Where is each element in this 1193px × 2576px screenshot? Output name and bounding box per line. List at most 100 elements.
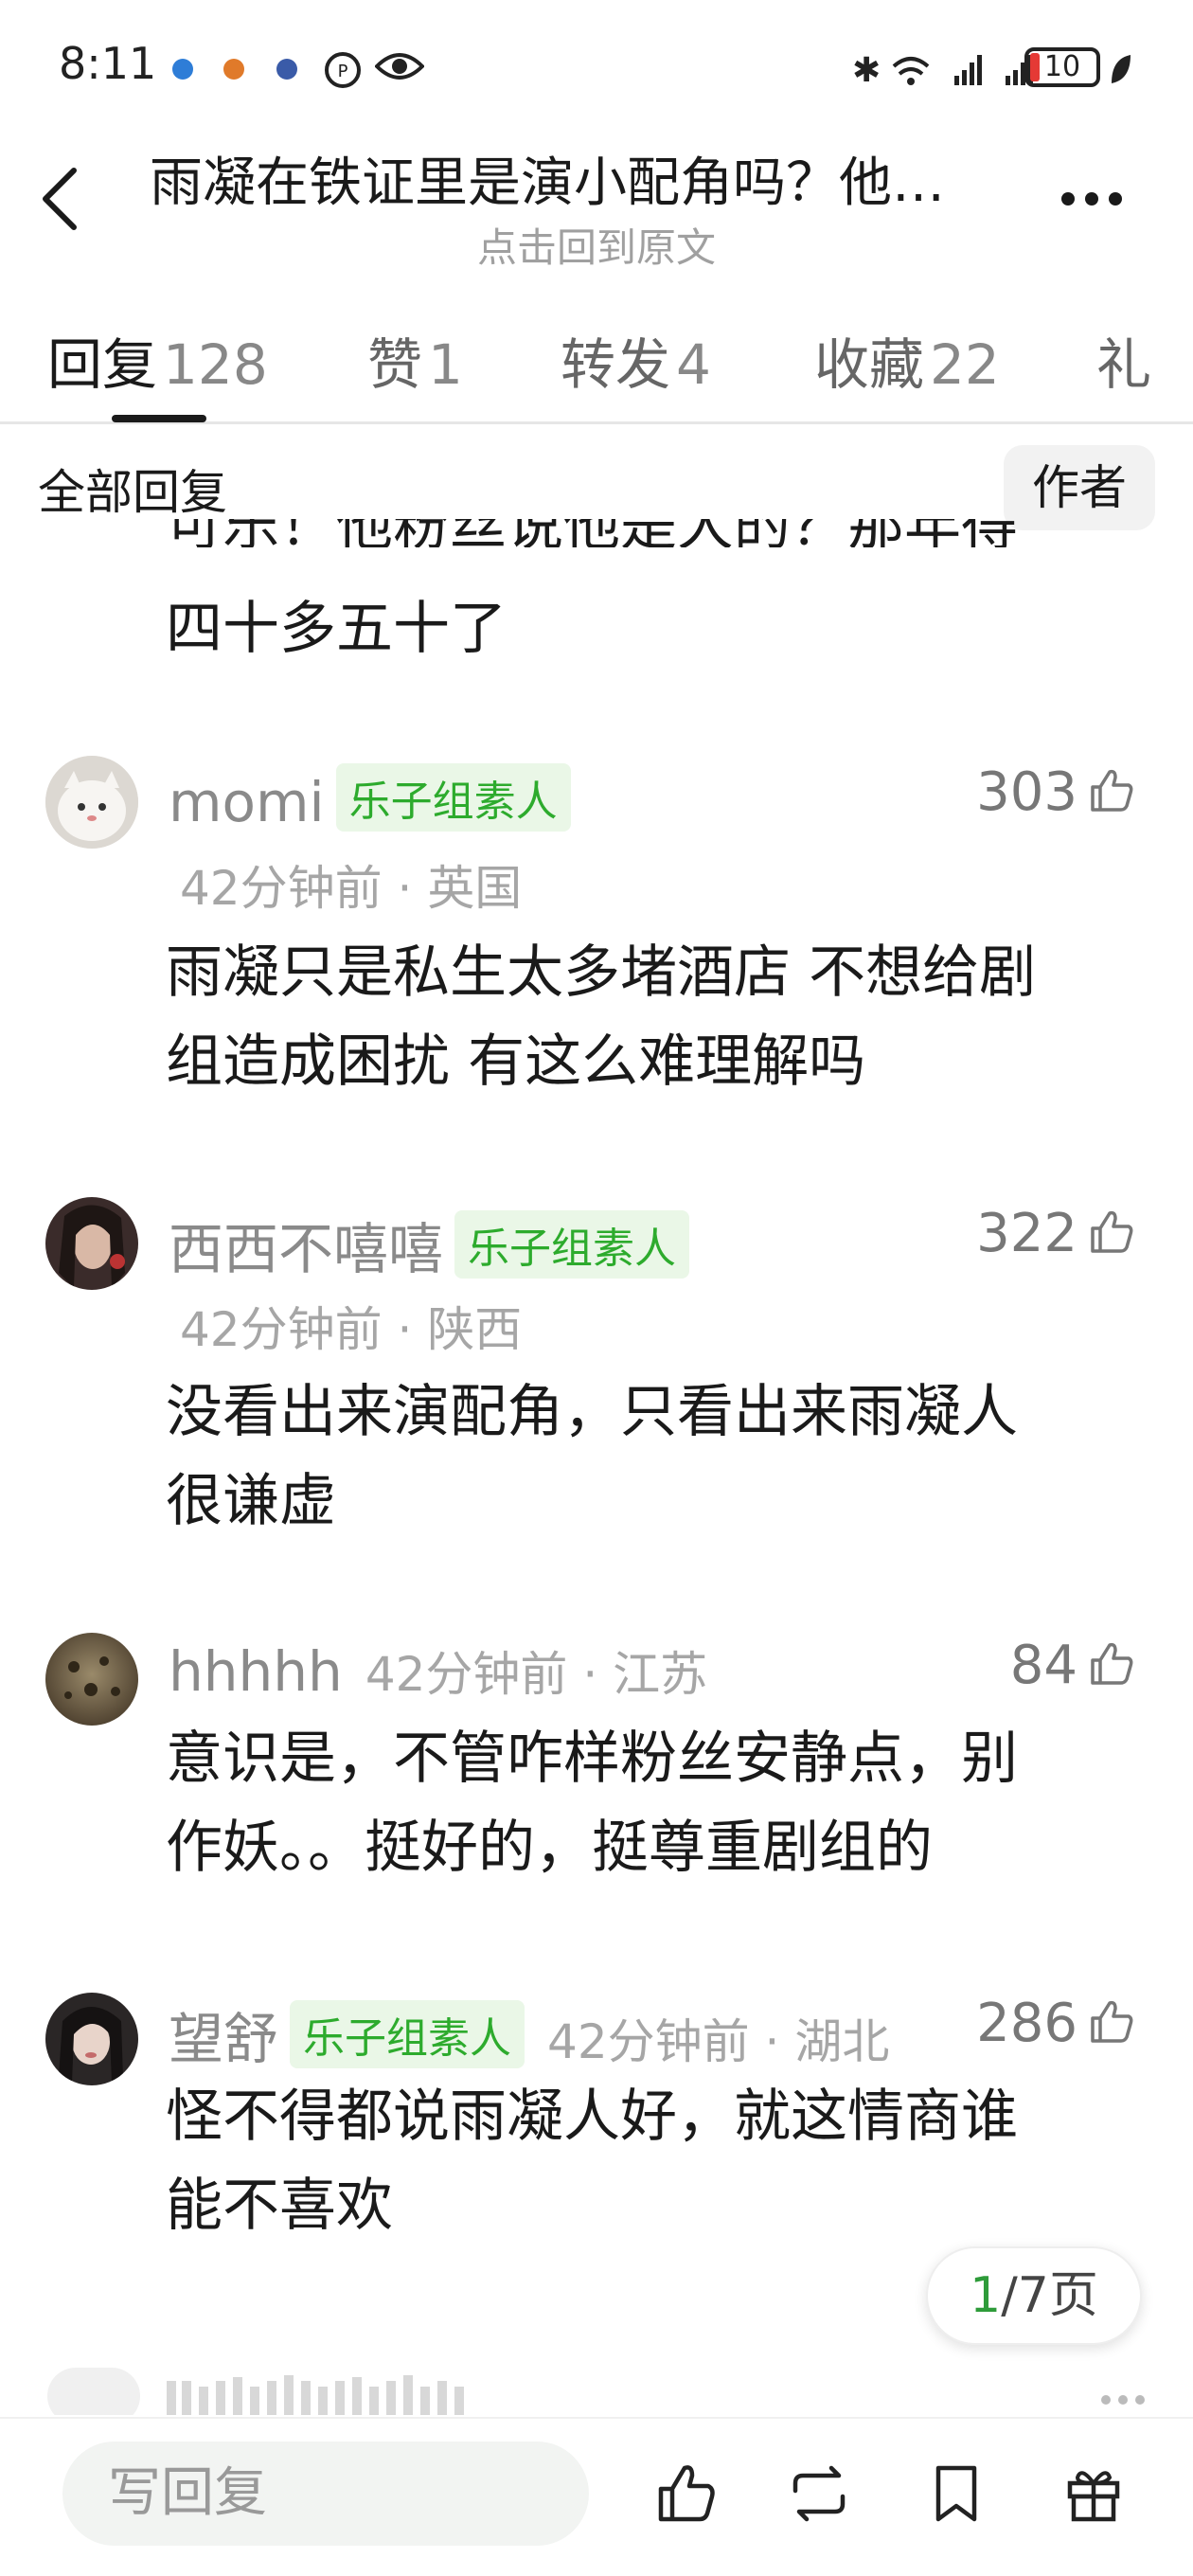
like-number: 84 bbox=[1009, 1635, 1077, 1696]
meta-separator: · bbox=[749, 2014, 795, 2069]
username[interactable]: hhhhh bbox=[169, 1639, 343, 1704]
comment-header: 西西不嘻嘻 乐子组素人 bbox=[169, 1205, 690, 1284]
like-count[interactable]: 286 bbox=[976, 1993, 1136, 2054]
clipped-comment-preview bbox=[47, 2368, 1145, 2415]
comment-item[interactable]: 西西不嘻嘻 乐子组素人 42分钟前 · 陕西 322 没看出来演配角，只看出来雨凝… bbox=[0, 1191, 1193, 1551]
user-badge: 乐子组素人 bbox=[290, 2000, 525, 2068]
gift-icon[interactable] bbox=[1060, 2460, 1127, 2527]
comment-line: 能不喜欢 bbox=[166, 2173, 393, 2239]
comment-item[interactable]: hhhhh 42分钟前 · 江苏 84 意识是，不管咋样粉丝安静点，别 作妖。。挺… bbox=[0, 1629, 1193, 1932]
tab-replies[interactable]: 回复 128 bbox=[47, 320, 268, 400]
tab-label: 赞 bbox=[367, 332, 423, 397]
like-count[interactable]: 84 bbox=[1010, 1635, 1136, 1696]
partial-comment-text: 四十多五十了 bbox=[166, 596, 507, 662]
tab-reposts[interactable]: 转发 4 bbox=[561, 320, 711, 400]
comment-location: 陕西 bbox=[427, 1302, 523, 1357]
avatar[interactable] bbox=[45, 1633, 138, 1726]
user-badge: 乐子组素人 bbox=[454, 1210, 690, 1279]
comment-text: 意识是，不管咋样粉丝安静点，别 作妖。。挺好的，挺尊重剧组的 bbox=[166, 1714, 1150, 1892]
tab-count: 4 bbox=[676, 332, 711, 397]
like-number: 286 bbox=[976, 1993, 1077, 2054]
header: 雨凝在铁证里是演小配角吗？他… 点击回到原文 bbox=[0, 123, 1193, 275]
bookmark-icon[interactable] bbox=[923, 2460, 989, 2527]
repost-icon[interactable] bbox=[786, 2460, 852, 2527]
tab-label: 转发 bbox=[561, 332, 671, 397]
comment-header: hhhhh 42分钟前 · 江苏 bbox=[169, 1637, 707, 1705]
current-page: 1 bbox=[970, 2267, 1002, 2324]
thumbs-up-icon[interactable] bbox=[653, 2460, 720, 2527]
tab-count: 1 bbox=[428, 332, 463, 397]
comment-meta: 42分钟前 · 英国 bbox=[180, 861, 523, 916]
filter-row: 全部回复 作者 bbox=[0, 436, 1193, 530]
thumbs-up-icon bbox=[1091, 769, 1133, 812]
status-time: 8:11 bbox=[59, 38, 157, 89]
comment-text: 没看出来演配角，只看出来雨凝人 很谦虚 bbox=[166, 1368, 1150, 1546]
battery-icon: 10 bbox=[1024, 47, 1100, 87]
comment-header: momi 乐子组素人 bbox=[169, 763, 571, 834]
avatar[interactable] bbox=[45, 756, 138, 849]
like-count[interactable]: 322 bbox=[976, 1203, 1136, 1264]
svg-text:P: P bbox=[338, 62, 348, 81]
avatar[interactable] bbox=[45, 1197, 138, 1290]
eye-icon bbox=[375, 53, 424, 80]
tab-gifts[interactable]: 礼 bbox=[1096, 320, 1151, 400]
tab-label: 收藏 bbox=[814, 332, 925, 397]
tab-count: 128 bbox=[163, 332, 268, 397]
all-replies-label: 全部回复 bbox=[38, 465, 227, 520]
comment-line: 意识是，不管咋样粉丝安静点，别 bbox=[166, 1726, 1018, 1792]
comment-time: 42分钟前 bbox=[547, 2014, 750, 2069]
comment-header: 望舒 乐子组素人 42分钟前 · 湖北 bbox=[169, 1995, 889, 2074]
comment-location: 英国 bbox=[427, 861, 523, 916]
user-badge: 乐子组素人 bbox=[335, 763, 571, 832]
notification-icon-1 bbox=[172, 59, 193, 80]
username[interactable]: momi bbox=[169, 770, 325, 834]
more-dots-icon[interactable] bbox=[1059, 189, 1125, 208]
comment-line: 没看出来演配角，只看出来雨凝人 bbox=[166, 1379, 1018, 1445]
comment-line: 组造成困扰 有这么难理解吗 bbox=[166, 1029, 866, 1095]
comment-line: 雨凝只是私生太多堵酒店 不想给剧 bbox=[166, 939, 1037, 1006]
comment-item[interactable]: momi 乐子组素人 42分钟前 · 英国 303 雨凝只是私生太多堵酒店 不想给… bbox=[0, 748, 1193, 1108]
comment-line: 怪不得都说雨凝人好，就这情商谁 bbox=[166, 2084, 1018, 2150]
thumbs-up-icon bbox=[1091, 2000, 1133, 2043]
comment-line: 作妖。。挺好的，挺尊重剧组的 bbox=[166, 1815, 933, 1881]
status-bar: 8:11 P ✱ 10 bbox=[0, 0, 1193, 133]
tab-indicator bbox=[112, 415, 206, 422]
avatar[interactable] bbox=[45, 1993, 138, 2085]
username[interactable]: 望舒 bbox=[169, 2007, 278, 2071]
notification-icon-2 bbox=[223, 59, 244, 80]
comment-item[interactable]: 望舒 乐子组素人 42分钟前 · 湖北 286 怪不得都说雨凝人好，就这情商谁 能不… bbox=[0, 1987, 1193, 2290]
thumbs-up-icon bbox=[1091, 1210, 1133, 1253]
notification-icon-3 bbox=[276, 59, 297, 80]
tab-label: 回复 bbox=[47, 332, 158, 397]
comment-time: 42分钟前 bbox=[365, 1647, 568, 1702]
username[interactable]: 西西不嘻嘻 bbox=[169, 1217, 443, 1281]
vpn-icon: P bbox=[325, 52, 361, 88]
comment-line: 很谦虚 bbox=[166, 1468, 336, 1534]
comment-meta: 42分钟前 · 陕西 bbox=[180, 1302, 523, 1357]
reply-input[interactable]: 写回复 bbox=[62, 2442, 589, 2546]
meta-separator: · bbox=[567, 1647, 614, 1702]
comment-text: 雨凝只是私生太多堵酒店 不想给剧 组造成困扰 有这么难理解吗 bbox=[166, 928, 1150, 1106]
author-filter-button[interactable]: 作者 bbox=[1004, 445, 1155, 530]
svg-text:✱: ✱ bbox=[852, 51, 881, 89]
clipped-comment-text: 可乐！他粉丝说他是大的？那年得 bbox=[166, 519, 1122, 547]
total-pages: /7页 bbox=[1001, 2267, 1098, 2324]
comment-time: 42分钟前 bbox=[180, 1302, 383, 1357]
thumbs-up-icon bbox=[1091, 1642, 1133, 1685]
bottom-action-bar: 写回复 bbox=[0, 2417, 1193, 2576]
page-title[interactable]: 雨凝在铁证里是演小配角吗？他… bbox=[150, 140, 1040, 217]
like-number: 322 bbox=[976, 1203, 1077, 1264]
tab-count: 22 bbox=[930, 332, 1000, 397]
comment-location: 湖北 bbox=[794, 2014, 890, 2069]
tab-likes[interactable]: 赞1 bbox=[367, 320, 463, 400]
leaf-icon bbox=[1112, 55, 1131, 83]
like-number: 303 bbox=[976, 761, 1077, 823]
tab-label: 礼 bbox=[1096, 332, 1152, 397]
tab-favorites[interactable]: 收藏 22 bbox=[814, 320, 1000, 400]
comment-text: 怪不得都说雨凝人好，就这情商谁 能不喜欢 bbox=[166, 2072, 1150, 2250]
page-indicator[interactable]: 1/7页 bbox=[926, 2246, 1142, 2345]
comment-location: 江苏 bbox=[613, 1647, 708, 1702]
back-to-original-link[interactable]: 点击回到原文 bbox=[0, 216, 1193, 274]
like-count[interactable]: 303 bbox=[976, 761, 1136, 823]
comment-time: 42分钟前 bbox=[180, 861, 383, 916]
